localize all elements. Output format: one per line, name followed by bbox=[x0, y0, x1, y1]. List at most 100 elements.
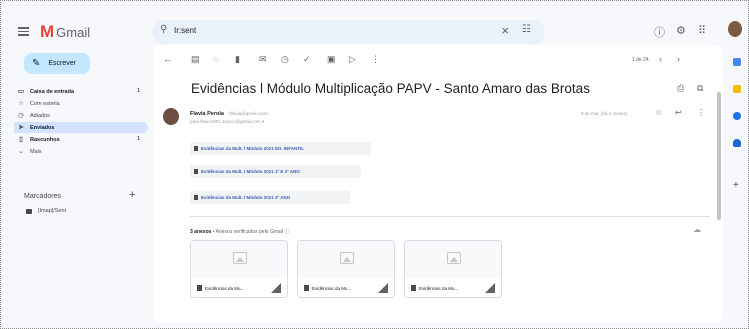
star-icon[interactable]: ☆ bbox=[655, 108, 662, 117]
unread-count: 1 bbox=[137, 88, 140, 94]
apps-icon[interactable]: ⠿ bbox=[698, 24, 706, 37]
drive-link-label: Evidências da Mult. l Módulo 2021 3º ANO bbox=[201, 195, 291, 200]
drive-link-3[interactable]: Evidências da Mult. l Módulo 2021 3º ANO bbox=[190, 191, 350, 204]
sidebar-item-label: Com estrela bbox=[30, 100, 60, 107]
more-icon[interactable]: ⋮ bbox=[371, 54, 380, 65]
attachment-thumbnail bbox=[405, 241, 501, 277]
sidebar-item-label: Adiados bbox=[30, 112, 50, 119]
attachment-card[interactable]: Evidências da Mu... bbox=[404, 240, 502, 298]
add-addon-icon[interactable]: + bbox=[733, 180, 739, 191]
more-icon[interactable]: ⋮ bbox=[697, 108, 705, 117]
help-icon[interactable]: ⓘ bbox=[654, 24, 665, 40]
drive-link-1[interactable]: Evidências da Mult. l Módulo 2021 ED. IN… bbox=[190, 142, 371, 155]
open-new-window-icon[interactable]: ⧉ bbox=[697, 83, 703, 94]
tune-icon[interactable]: ☷ bbox=[522, 24, 531, 35]
add-label-icon[interactable]: + bbox=[129, 189, 135, 201]
account-avatar[interactable] bbox=[728, 21, 742, 37]
star-icon: ☆ bbox=[18, 100, 24, 107]
drive-link-label: Evidências da Mult. l Módulo 2021 1º E 2… bbox=[201, 169, 300, 174]
labels-header: Marcadores bbox=[24, 193, 61, 200]
calendar-icon[interactable] bbox=[733, 58, 741, 66]
next-page-icon[interactable]: › bbox=[677, 54, 680, 64]
settings-icon[interactable]: ⚙ bbox=[676, 24, 686, 37]
sender-avatar bbox=[163, 108, 179, 125]
attachment-thumbnail bbox=[298, 241, 394, 277]
close-icon[interactable]: × bbox=[501, 23, 509, 38]
drive-link-label: Evidências da Mult. l Módulo 2021 ED. IN… bbox=[201, 146, 305, 151]
inbox-icon: ▭ bbox=[17, 88, 25, 95]
attachment-card[interactable]: Evidências da Mu... bbox=[190, 240, 288, 298]
compose-label: Escrever bbox=[48, 60, 77, 67]
drive-link-2[interactable]: Evidências da Mult. l Módulo 2021 1º E 2… bbox=[190, 165, 361, 178]
image-icon bbox=[340, 252, 354, 264]
compose-button[interactable]: ✎ Escrever bbox=[24, 53, 90, 74]
send-icon: ➤ bbox=[18, 124, 24, 131]
print-icon[interactable]: ⎙ bbox=[677, 83, 684, 94]
sidebar-item-inbox[interactable]: ▭ Caixa de entrada 1 bbox=[14, 86, 154, 97]
doc-icon bbox=[194, 195, 198, 200]
prev-page-icon[interactable]: ‹ bbox=[659, 54, 662, 64]
message-subject: Evidências l Módulo Multiplicação PAPV -… bbox=[191, 81, 590, 96]
search-input[interactable]: Ir:sent bbox=[174, 26, 196, 35]
sidebar-item-drafts[interactable]: ▯ Rascunhos 1 bbox=[14, 134, 154, 145]
sidebar-label-imap-sent[interactable]: [Imap]/Sent bbox=[26, 208, 66, 214]
page-corner-icon bbox=[378, 283, 388, 293]
sidebar-item-label: Enviados bbox=[30, 124, 55, 131]
add-to-drive-icon[interactable]: ☁ bbox=[693, 225, 701, 234]
sender-name: Flavia Perola bbox=[190, 111, 224, 117]
sidebar-item-sent[interactable]: ➤ Enviados bbox=[14, 122, 148, 133]
chevron-down-icon: ⌄ bbox=[18, 148, 24, 155]
search-icon[interactable]: ⚲ bbox=[160, 24, 167, 35]
sidebar-item-label: Rascunhos bbox=[30, 136, 60, 143]
draft-icon: ▯ bbox=[19, 136, 23, 143]
divider bbox=[190, 216, 710, 217]
attachments-count: 3 anexos bbox=[190, 229, 212, 235]
doc-icon bbox=[197, 285, 202, 291]
doc-icon bbox=[194, 169, 198, 174]
contacts-icon[interactable] bbox=[733, 139, 741, 147]
sidebar-item-snoozed[interactable]: ◷ Adiados bbox=[14, 110, 154, 121]
attachment-name: Evidências da Mu... bbox=[312, 285, 352, 291]
keep-icon[interactable] bbox=[733, 85, 741, 93]
attachments-note: • Anexos verificados pelo Gmail ⓘ bbox=[211, 229, 290, 235]
page-corner-icon bbox=[271, 283, 281, 293]
recipient-details[interactable]: para flavio1001.ampvo@gmail.com ▾ bbox=[190, 119, 264, 125]
message-panel: ← ▤ ◌ ▮ ✉ ◷ ✓ ▣ ▷ ⋮ 1 de 24 ‹ › Evidênci… bbox=[153, 45, 723, 322]
attachment-name: Evidências da Mu... bbox=[205, 285, 245, 291]
gmail-logo[interactable]: M Gmail bbox=[40, 22, 90, 42]
gmail-logo-mark: M bbox=[40, 22, 54, 41]
search-bar[interactable]: ⚲ Ir:sent × ☷ bbox=[152, 20, 545, 44]
doc-icon bbox=[411, 285, 416, 291]
draft-count: 1 bbox=[137, 136, 140, 142]
label-icon[interactable]: ▷ bbox=[349, 54, 356, 65]
doc-icon bbox=[304, 285, 309, 291]
pager-text: 1 de 24 bbox=[632, 57, 649, 63]
add-task-icon[interactable]: ✓ bbox=[303, 54, 311, 65]
doc-icon bbox=[194, 146, 198, 151]
sidebar-item-label: Mais bbox=[30, 148, 42, 155]
image-icon bbox=[447, 252, 461, 264]
sidebar-item-starred[interactable]: ☆ Com estrela bbox=[14, 98, 154, 109]
clock-icon: ◷ bbox=[18, 112, 24, 119]
main-menu-icon[interactable] bbox=[18, 27, 29, 36]
back-icon[interactable]: ← bbox=[163, 54, 172, 64]
scrollbar[interactable] bbox=[717, 92, 721, 220]
attachment-name: Evidências da Mu... bbox=[419, 285, 459, 291]
move-icon[interactable]: ▣ bbox=[327, 54, 336, 65]
gmail-logo-text: Gmail bbox=[56, 24, 91, 40]
label-name: [Imap]/Sent bbox=[38, 208, 67, 214]
report-icon[interactable]: ◌ bbox=[213, 54, 218, 64]
attachment-card[interactable]: Evidências da Mu... bbox=[297, 240, 395, 298]
label-icon bbox=[26, 208, 32, 214]
delete-icon[interactable]: ▮ bbox=[235, 54, 240, 65]
mark-unread-icon[interactable]: ✉ bbox=[259, 54, 267, 65]
sidebar-nav: ▭ Caixa de entrada 1 ☆ Com estrela ◷ Adi… bbox=[14, 86, 154, 158]
archive-icon[interactable]: ▤ bbox=[191, 54, 200, 65]
attachments-header: 3 anexos • Anexos verificados pelo Gmail… bbox=[190, 228, 289, 235]
snooze-icon[interactable]: ◷ bbox=[281, 54, 289, 65]
sidebar-item-label: Caixa de entrada bbox=[30, 88, 75, 95]
reply-icon[interactable]: ↩ bbox=[675, 108, 682, 117]
tasks-icon[interactable] bbox=[733, 112, 741, 120]
sidebar-item-more[interactable]: ⌄ Mais bbox=[14, 146, 154, 157]
sender-email: <flavia@gmail.com> bbox=[228, 111, 269, 116]
